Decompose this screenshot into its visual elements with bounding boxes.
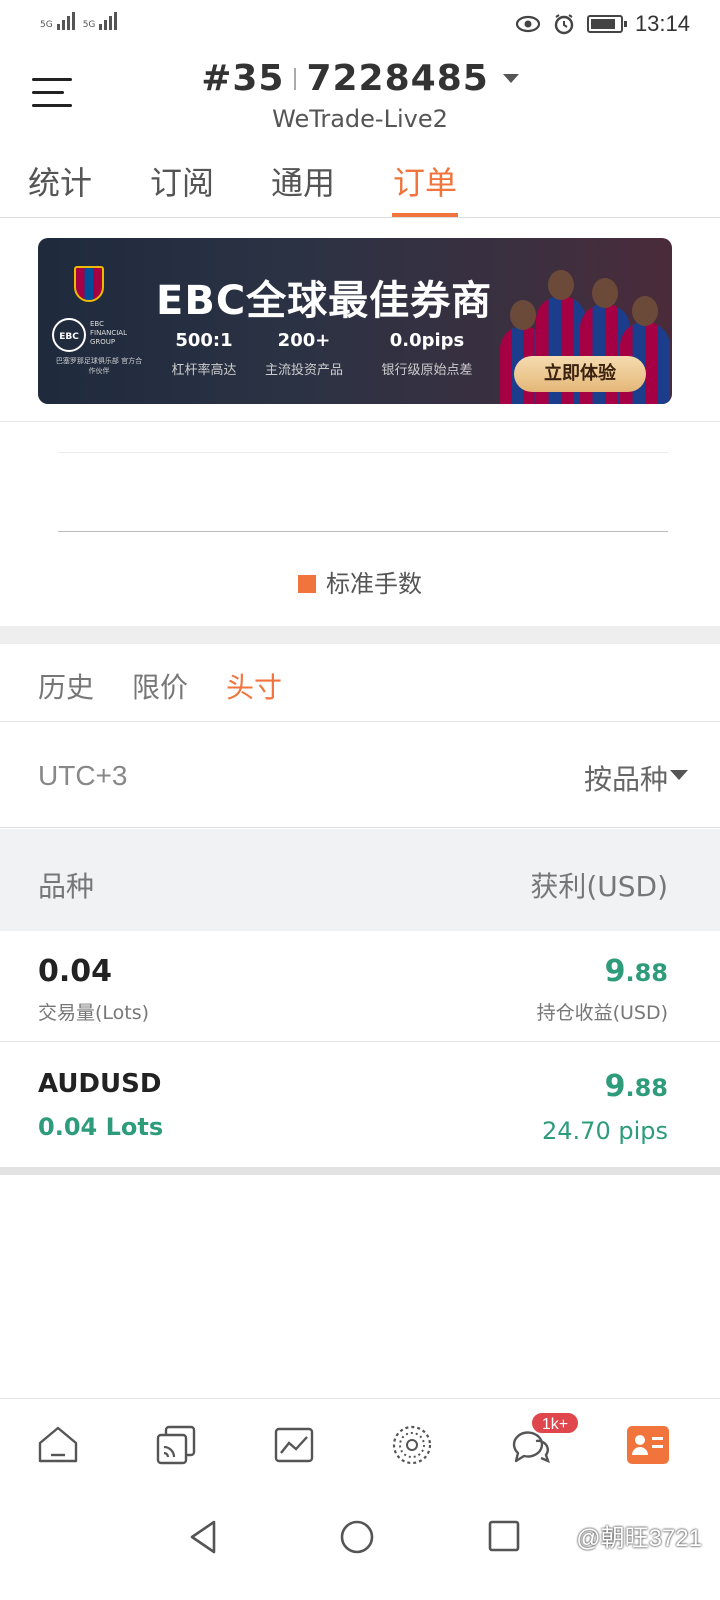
recents-icon[interactable] bbox=[480, 1512, 530, 1562]
total-volume: 0.04 bbox=[38, 954, 113, 989]
position-symbol: AUDUSD bbox=[38, 1069, 162, 1099]
sort-by-dropdown[interactable]: 按品种 bbox=[584, 758, 668, 798]
clock: 13:14 bbox=[634, 11, 690, 36]
community-icon[interactable] bbox=[388, 1421, 436, 1469]
subtab-limit[interactable]: 限价 bbox=[132, 666, 188, 706]
active-tab-indicator bbox=[392, 213, 458, 217]
tab-orders[interactable]: 订单 bbox=[393, 158, 457, 204]
section-gap bbox=[0, 626, 720, 644]
position-row[interactable]: AUDUSD 0.04 Lots 9.88 24.70 pips bbox=[0, 1043, 720, 1167]
order-subtab-bar: 历史 限价 头寸 bbox=[0, 644, 720, 722]
copy-trade-icon[interactable] bbox=[152, 1421, 200, 1469]
battery-icon bbox=[586, 15, 627, 33]
try-now-button[interactable]: 立即体验 bbox=[514, 356, 646, 392]
total-profit-label: 持仓收益(USD) bbox=[536, 1002, 668, 1024]
chart-gridline bbox=[58, 452, 668, 453]
promo-banner[interactable]: EBC EBC FINANCIAL GROUP 巴塞罗那足球俱乐部 官方合作伙伴… bbox=[38, 238, 672, 404]
banner-stat: 500:1 杠杆率高达 bbox=[162, 330, 246, 378]
home-icon[interactable] bbox=[34, 1421, 82, 1469]
system-nav-bar: @朝旺3721 bbox=[0, 1492, 720, 1600]
status-right: 13:14 bbox=[515, 8, 690, 40]
position-profit: 9.88 bbox=[605, 1069, 668, 1104]
list-end-divider bbox=[0, 1167, 720, 1175]
table-header: 品种 获利(USD) bbox=[0, 829, 720, 931]
banner-stat-value: 500:1 bbox=[175, 330, 233, 351]
total-volume-label: 交易量(Lots) bbox=[38, 1002, 150, 1024]
chart-icon[interactable] bbox=[270, 1421, 318, 1469]
subtab-positions[interactable]: 头寸 bbox=[226, 666, 282, 706]
ebc-logo-subtitle: EBC FINANCIAL GROUP bbox=[90, 320, 127, 346]
chart-baseline bbox=[58, 531, 668, 532]
ebc-logo-text: EBC bbox=[59, 332, 79, 342]
tab-general[interactable]: 通用 bbox=[271, 158, 335, 204]
section-divider bbox=[0, 421, 720, 422]
profile-card-icon[interactable] bbox=[624, 1421, 672, 1469]
status-bar: 5G 5G 13:14 bbox=[0, 0, 720, 48]
club-crest-icon bbox=[74, 266, 104, 302]
banner-stat-label: 杠杆率高达 bbox=[171, 363, 237, 378]
home-circle-icon[interactable] bbox=[332, 1512, 382, 1562]
ebc-logo-icon: EBC bbox=[52, 318, 86, 352]
account-selector[interactable]: #35 7228485 WeTrade-Live2 bbox=[0, 58, 720, 133]
position-pips: 24.70 pips bbox=[542, 1117, 668, 1145]
chart-legend: 标准手数 bbox=[0, 564, 720, 599]
sim2-network-label: 5G bbox=[82, 20, 96, 30]
tab-statistics[interactable]: 统计 bbox=[28, 158, 92, 204]
summary-row: 0.04 交易量(Lots) 9.88 持仓收益(USD) bbox=[0, 932, 720, 1042]
banner-stat-value: 200+ bbox=[277, 330, 331, 351]
banner-stat: 200+ 主流投资产品 bbox=[256, 330, 352, 378]
total-profit-int: 9 bbox=[604, 954, 626, 989]
chat-badge: 1k+ bbox=[530, 1411, 580, 1435]
sim2-signal-icon: 5G bbox=[83, 12, 118, 30]
banner-stat-label: 银行级原始点差 bbox=[381, 363, 473, 378]
bottom-nav: 1k+ bbox=[0, 1398, 720, 1490]
banner-stat-value: 0.0pips bbox=[389, 330, 465, 351]
legend-swatch bbox=[298, 575, 316, 593]
top-tab-bar: 统计 订阅 通用 订单 bbox=[0, 152, 720, 218]
sim1-network-label: 5G bbox=[40, 20, 53, 30]
timezone-selector[interactable]: UTC+3 bbox=[38, 760, 127, 792]
banner-stat-label: 主流投资产品 bbox=[264, 363, 343, 378]
total-profit-dec: .88 bbox=[625, 959, 668, 987]
legend-label: 标准手数 bbox=[326, 570, 422, 598]
app-header: #35 7228485 WeTrade-Live2 bbox=[0, 50, 720, 146]
column-profit: 获利(USD) bbox=[530, 870, 668, 903]
server-name: WeTrade-Live2 bbox=[272, 105, 448, 133]
alarm-icon bbox=[554, 14, 574, 35]
account-separator bbox=[294, 67, 297, 90]
account-prefix: #35 bbox=[201, 58, 285, 99]
watermark: @朝旺3721 bbox=[576, 1525, 702, 1552]
back-icon[interactable] bbox=[180, 1512, 230, 1562]
position-lots: 0.04 Lots bbox=[38, 1113, 164, 1141]
account-number: 7228485 bbox=[306, 58, 489, 99]
total-profit: 9.88 bbox=[605, 954, 668, 989]
position-profit-int: 9 bbox=[604, 1069, 626, 1104]
subtab-history[interactable]: 历史 bbox=[38, 666, 94, 706]
chevron-down-icon[interactable] bbox=[502, 74, 519, 83]
chevron-down-icon[interactable] bbox=[670, 770, 688, 780]
sim1-signal-icon: 5G bbox=[40, 12, 75, 30]
position-profit-dec: .88 bbox=[625, 1074, 668, 1102]
column-symbol: 品种 bbox=[38, 870, 95, 903]
signal-indicators: 5G 5G bbox=[40, 12, 118, 30]
banner-title: EBC全球最佳券商 bbox=[156, 278, 493, 324]
banner-stat: 0.0pips 银行级原始点差 bbox=[372, 330, 482, 378]
tab-subscriptions[interactable]: 订阅 bbox=[150, 158, 214, 204]
eye-comfort-icon bbox=[515, 15, 541, 33]
partner-text: 巴塞罗那足球俱乐部 官方合作伙伴 bbox=[55, 357, 143, 375]
filter-row: UTC+3 按品种 bbox=[0, 722, 720, 828]
